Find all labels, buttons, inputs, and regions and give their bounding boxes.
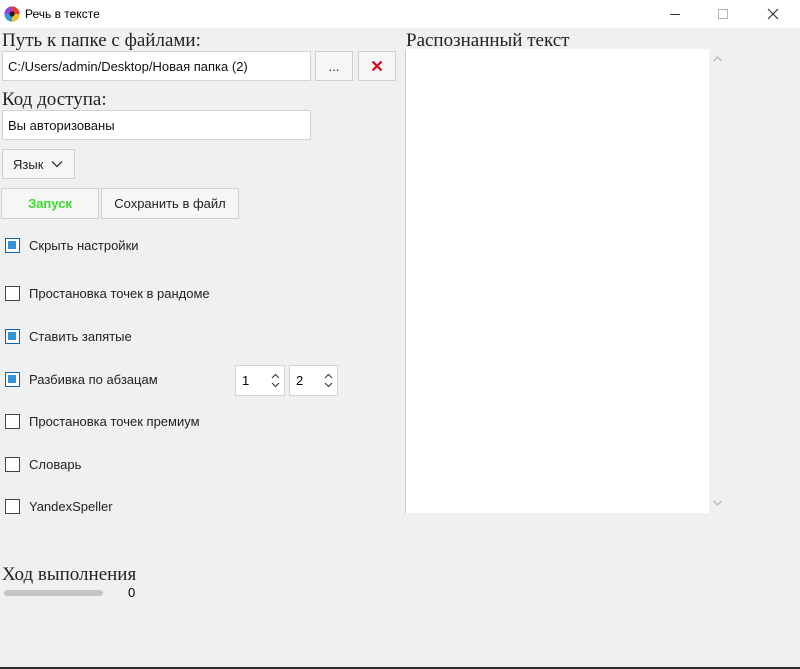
scroll-down-icon[interactable]: [709, 497, 726, 509]
progress-label: Ход выполнения: [2, 564, 137, 585]
paragraphs-checkbox[interactable]: [5, 371, 20, 387]
folder-path-input[interactable]: C:/Users/admin/Desktop/Новая папка (2): [2, 51, 311, 81]
paragraph-max-value: 2: [296, 373, 304, 388]
access-code-input[interactable]: Вы авторизованы: [2, 110, 311, 140]
start-button[interactable]: Запуск: [1, 188, 99, 219]
maximize-icon: [718, 9, 728, 19]
random-dots-checkbox[interactable]: [5, 285, 20, 301]
progress-value: 0: [128, 585, 136, 600]
dictionary-label: Словарь: [29, 456, 82, 472]
premium-dots-checkbox[interactable]: [5, 413, 20, 429]
clear-path-button[interactable]: [358, 51, 396, 81]
up-down-arrows-icon[interactable]: [271, 373, 280, 388]
paragraphs-label: Разбивка по абзацам: [29, 371, 158, 387]
hide-settings-checkbox[interactable]: [5, 237, 20, 253]
app-icon: [4, 6, 20, 22]
language-dropdown-label: Язык: [13, 156, 44, 172]
up-down-arrows-icon[interactable]: [324, 373, 333, 388]
commas-label: Ставить запятые: [29, 328, 132, 344]
access-code-label: Код доступа:: [2, 89, 107, 110]
paragraph-min-value: 1: [242, 373, 250, 388]
recognized-text-area[interactable]: [405, 49, 709, 513]
red-x-icon: [371, 60, 383, 72]
yandex-speller-checkbox[interactable]: [5, 498, 20, 514]
minimize-icon: [670, 14, 680, 15]
premium-dots-label: Простановка точек премиум: [29, 413, 200, 429]
scroll-up-icon[interactable]: [709, 53, 726, 65]
language-dropdown[interactable]: Язык: [2, 149, 75, 179]
paragraph-max-stepper[interactable]: 2: [289, 365, 338, 396]
text-scrollbar[interactable]: [709, 49, 726, 513]
commas-option[interactable]: Ставить запятые: [5, 327, 132, 345]
folder-path-label: Путь к папке с файлами:: [2, 30, 201, 51]
dictionary-option[interactable]: Словарь: [5, 455, 81, 473]
yandex-speller-option[interactable]: YandexSpeller: [5, 497, 113, 515]
paragraph-min-stepper[interactable]: 1: [235, 365, 285, 396]
yandex-speller-label: YandexSpeller: [29, 498, 113, 514]
hide-settings-label: Скрыть настройки: [29, 237, 139, 253]
maximize-button[interactable]: [700, 0, 746, 28]
window-title: Речь в тексте: [25, 7, 100, 21]
close-button[interactable]: [750, 0, 796, 28]
random-dots-label: Простановка точек в рандоме: [29, 285, 210, 301]
chevron-down-icon: [51, 161, 63, 168]
minimize-button[interactable]: [652, 0, 698, 28]
paragraphs-option[interactable]: Разбивка по абзацам: [5, 370, 158, 388]
premium-dots-option[interactable]: Простановка точек премиум: [5, 412, 200, 430]
progress-bar: [4, 590, 103, 596]
random-dots-option[interactable]: Простановка точек в рандоме: [5, 284, 210, 302]
dictionary-checkbox[interactable]: [5, 456, 20, 472]
commas-checkbox[interactable]: [5, 328, 20, 344]
hide-settings-option[interactable]: Скрыть настройки: [5, 236, 139, 254]
close-icon: [767, 8, 779, 20]
browse-button[interactable]: ...: [315, 51, 353, 81]
save-to-file-button[interactable]: Сохранить в файл: [101, 188, 239, 219]
